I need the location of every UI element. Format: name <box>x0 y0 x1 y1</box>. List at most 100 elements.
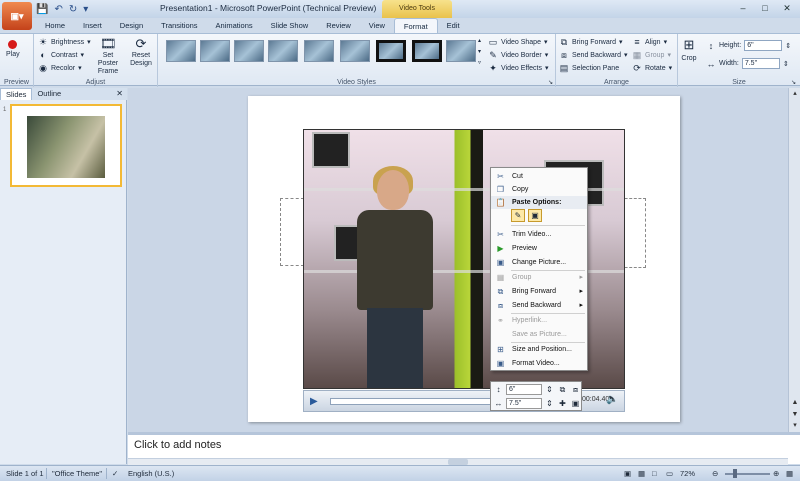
fit-to-window-icon[interactable]: ▦ <box>786 469 793 478</box>
scroll-down-icon[interactable]: ▼ <box>790 410 800 420</box>
zoom-level[interactable]: 72% <box>680 469 695 478</box>
close-icon[interactable]: ✕ <box>778 2 796 15</box>
video-style-option[interactable] <box>268 40 298 62</box>
crop-button[interactable]: ⊞ Crop <box>681 37 697 62</box>
styles-gallery-scroll[interactable]: ▴ ▾ ▿ <box>478 37 481 66</box>
dialog-launcher-icon[interactable]: ↘ <box>548 79 553 86</box>
brightness-button[interactable]: ☀ Brightness ▾ <box>38 37 91 47</box>
mini-height-input[interactable]: 6" <box>506 384 542 395</box>
video-style-option[interactable] <box>166 40 196 62</box>
minimize-icon[interactable]: – <box>734 2 752 15</box>
menu-item-trim-video[interactable]: ✂ Trim Video... <box>491 228 587 241</box>
tab-outline[interactable]: Outline <box>32 88 66 100</box>
menu-item-save-as-picture[interactable]: Save as Picture... <box>491 328 587 341</box>
video-border-button[interactable]: ✎ Video Border ▾ <box>488 50 548 60</box>
menu-item-preview[interactable]: ▶ Preview <box>491 242 587 255</box>
video-style-option[interactable] <box>234 40 264 62</box>
normal-view-icon[interactable]: ▣ <box>624 469 631 478</box>
slide-canvas[interactable]: ▶ 00:04.40 🔈 <box>248 96 680 422</box>
video-style-option[interactable] <box>446 40 476 62</box>
maximize-icon[interactable]: □ <box>756 2 774 15</box>
video-effects-button[interactable]: ✦ Video Effects ▾ <box>488 63 548 73</box>
scroll-up-icon[interactable]: ▲ <box>790 398 800 408</box>
tab-home[interactable]: Home <box>36 18 74 33</box>
menu-item-send-backward[interactable]: ⧈ Send Backward ▸ <box>491 299 587 312</box>
tab-transitions[interactable]: Transitions <box>152 18 206 33</box>
play-button[interactable]: Play <box>6 40 20 58</box>
save-icon[interactable]: 💾 <box>36 4 48 15</box>
height-input[interactable]: 6" <box>744 40 783 51</box>
tab-edit[interactable]: Edit <box>438 18 469 33</box>
scroll-down-icon[interactable]: ▾ <box>790 421 800 431</box>
menu-item-change-picture[interactable]: ▣ Change Picture... <box>491 256 587 269</box>
menu-item-group[interactable]: ▦ Group ▸ <box>491 271 587 284</box>
tab-review[interactable]: Review <box>317 18 360 33</box>
paste-keep-formatting-icon[interactable]: ✎ <box>511 209 525 222</box>
customize-toolbar-icon[interactable]: ▾ <box>83 4 88 15</box>
vertical-scrollbar[interactable]: ▴ ▲ ▼ ▾ <box>788 88 800 432</box>
video-style-option[interactable] <box>340 40 370 62</box>
send-backward-icon[interactable]: ⧈ <box>570 384 581 395</box>
align-button[interactable]: ≡ Align ▾ <box>632 37 667 47</box>
menu-item-cut[interactable]: ✂ Cut <box>491 170 587 183</box>
zoom-in-icon[interactable]: ⊕ <box>773 469 779 478</box>
format-video-icon[interactable]: ▣ <box>570 398 581 409</box>
undo-icon[interactable]: ↶ <box>54 4 62 15</box>
selection-pane-icon: ▤ <box>559 63 569 73</box>
zoom-slider[interactable] <box>725 473 770 475</box>
slide-show-icon[interactable]: ▭ <box>666 469 673 478</box>
menu-item-copy[interactable]: ❐ Copy <box>491 183 587 196</box>
menu-item-bring-forward[interactable]: ⧉ Bring Forward ▸ <box>491 285 587 298</box>
zoom-out-icon[interactable]: ⊖ <box>712 469 718 478</box>
tab-slides[interactable]: Slides <box>0 88 33 100</box>
video-style-option[interactable] <box>412 40 442 62</box>
paste-picture-icon[interactable]: ▣ <box>528 209 542 222</box>
tab-animations[interactable]: Animations <box>207 18 262 33</box>
play-icon[interactable]: ▶ <box>310 395 324 408</box>
menu-item-size-and-position[interactable]: ⊞ Size and Position... <box>491 343 587 356</box>
menu-item-format-video[interactable]: ▣ Format Video... <box>491 357 587 370</box>
tab-format[interactable]: Format <box>393 18 438 33</box>
reset-design-button[interactable]: ⟳ Reset Design <box>126 36 156 68</box>
set-poster-frame-button[interactable]: 🎞 Set Poster Frame <box>92 36 124 76</box>
spinner-icon[interactable]: ⇕ <box>785 42 791 50</box>
tab-slide-show[interactable]: Slide Show <box>262 18 318 33</box>
video-style-option[interactable] <box>200 40 230 62</box>
redo-icon[interactable]: ↻ <box>69 4 77 15</box>
volume-icon[interactable]: 🔈 <box>606 394 618 405</box>
slide-thumbnail[interactable] <box>10 104 122 187</box>
video-style-option[interactable] <box>376 40 406 62</box>
send-backward-button[interactable]: ⧈ Send Backward ▾ <box>559 50 627 60</box>
dialog-launcher-icon[interactable]: ↘ <box>791 79 796 86</box>
tab-insert[interactable]: Insert <box>74 18 111 33</box>
recolor-button[interactable]: ◉ Recolor ▾ <box>38 63 82 73</box>
video-style-option[interactable] <box>304 40 334 62</box>
contrast-button[interactable]: ◐ Contrast ▾ <box>38 50 84 60</box>
selection-pane-button[interactable]: ▤ Selection Pane <box>559 63 619 73</box>
bring-forward-icon[interactable]: ⧉ <box>557 384 568 395</box>
slide-sorter-icon[interactable]: ▦ <box>638 469 645 478</box>
video-shape-button[interactable]: ▭ Video Shape ▾ <box>488 37 548 47</box>
width-input[interactable]: 7.5" <box>741 58 780 69</box>
spell-check-icon[interactable]: ✓ <box>112 469 118 478</box>
office-button[interactable]: ▣▾ <box>2 2 32 30</box>
horizontal-scrollbar[interactable] <box>128 458 788 465</box>
bring-forward-icon: ⧉ <box>497 287 504 296</box>
bring-forward-button[interactable]: ⧉ Bring Forward ▾ <box>559 37 623 47</box>
language[interactable]: English (U.S.) <box>128 469 174 478</box>
tab-view[interactable]: View <box>360 18 394 33</box>
close-icon[interactable]: ✕ <box>116 88 123 100</box>
chevron-down-icon: ▾ <box>618 39 623 46</box>
spinner-icon[interactable]: ⇕ <box>544 384 555 395</box>
zoom-slider-knob[interactable] <box>733 469 737 478</box>
tab-design[interactable]: Design <box>111 18 152 33</box>
rotate-button[interactable]: ⟳ Rotate ▾ <box>632 63 672 73</box>
reading-view-icon[interactable]: □ <box>652 469 657 478</box>
menu-item-hyperlink[interactable]: ⚭ Hyperlink... <box>491 314 587 327</box>
scroll-up-icon[interactable]: ▴ <box>790 89 800 99</box>
spinner-icon[interactable]: ⇕ <box>783 60 789 68</box>
group-button[interactable]: ▦ Group ▾ <box>632 50 671 60</box>
spinner-icon[interactable]: ⇕ <box>544 398 555 409</box>
mini-width-input[interactable]: 7.5" <box>506 398 542 409</box>
crop-icon[interactable]: ✚ <box>557 398 568 409</box>
